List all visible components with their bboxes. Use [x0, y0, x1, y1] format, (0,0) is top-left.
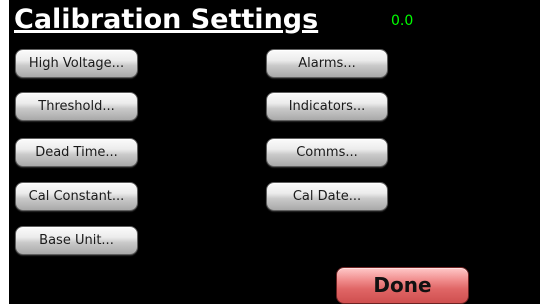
- indicators-button[interactable]: Indicators...: [266, 92, 388, 121]
- cal-date-button[interactable]: Cal Date...: [266, 182, 388, 211]
- threshold-button[interactable]: Threshold...: [15, 92, 138, 121]
- page-title: Calibration Settings: [14, 4, 319, 35]
- base-unit-button[interactable]: Base Unit...: [15, 226, 138, 255]
- done-button[interactable]: Done: [336, 267, 469, 304]
- high-voltage-button[interactable]: High Voltage...: [15, 49, 138, 78]
- cal-constant-button[interactable]: Cal Constant...: [15, 182, 138, 211]
- value-readout: 0.0: [391, 13, 414, 29]
- calibration-settings-screen: Calibration Settings 0.0 High Voltage...…: [9, 0, 540, 304]
- dead-time-button[interactable]: Dead Time...: [15, 138, 138, 167]
- comms-button[interactable]: Comms...: [266, 138, 388, 167]
- alarms-button[interactable]: Alarms...: [266, 49, 388, 78]
